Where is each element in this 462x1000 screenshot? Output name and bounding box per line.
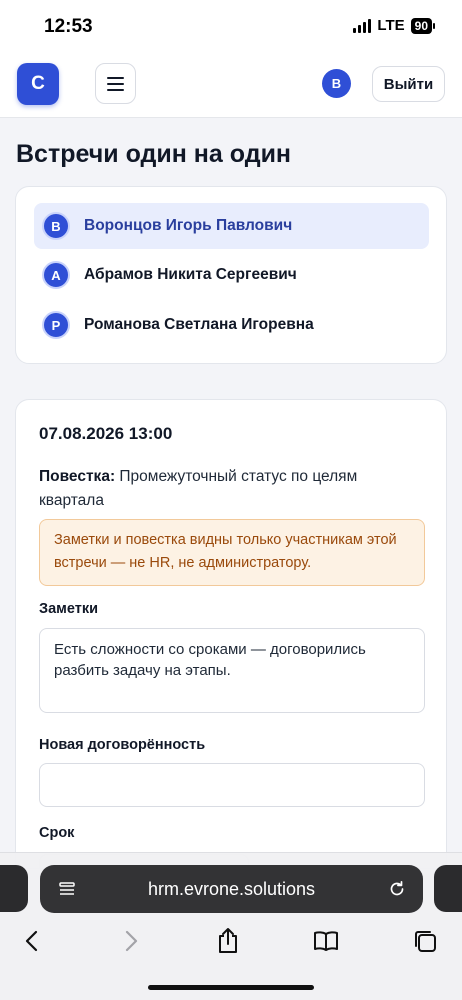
bookmarks-button[interactable]: [312, 927, 340, 955]
browser-nav: [0, 923, 462, 959]
new-agreement-input[interactable]: [39, 763, 425, 807]
tabs-icon: [415, 931, 436, 952]
app-header: C В Выйти: [0, 52, 462, 118]
hamburger-icon: [107, 76, 124, 79]
battery-icon: 90: [410, 17, 436, 34]
share-icon: [219, 928, 237, 953]
participant-item[interactable]: В Воронцов Игорь Павлович: [34, 203, 429, 249]
menu-button[interactable]: [95, 63, 136, 104]
book-icon: [314, 931, 338, 951]
tabs-button[interactable]: [411, 927, 439, 955]
back-button[interactable]: [18, 927, 46, 955]
page-title: Встречи один на один: [16, 140, 292, 168]
status-bar: 12:53 LTE 90: [0, 0, 462, 52]
address-bar[interactable]: hrm.evrone.solutions: [40, 865, 423, 913]
chevron-right-icon: [125, 930, 138, 952]
participant-avatar: В: [42, 212, 70, 240]
page-menu-icon[interactable]: [58, 880, 76, 898]
meeting-card: 07.08.2026 13:00 Повестка: Промежуточный…: [15, 399, 447, 869]
participant-name: Абрамов Никита Сергеевич: [84, 266, 297, 283]
notes-label: Заметки: [39, 601, 99, 617]
participant-name: Воронцов Игорь Павлович: [84, 217, 293, 234]
participant-avatar: Р: [42, 311, 70, 339]
url-text: hrm.evrone.solutions: [147, 878, 316, 899]
meeting-agenda: Повестка: Промежуточный статус по целям …: [39, 465, 409, 513]
next-tab-preview[interactable]: [434, 865, 462, 912]
participant-avatar: А: [42, 261, 70, 289]
prev-tab-preview[interactable]: [0, 865, 28, 912]
reload-icon[interactable]: [387, 879, 407, 899]
browser-toolbar: hrm.evrone.solutions: [0, 852, 462, 1000]
new-agreement-label: Новая договорённость: [39, 737, 206, 753]
share-button[interactable]: [214, 927, 242, 955]
signal-icon: [353, 18, 372, 33]
logout-button[interactable]: Выйти: [372, 66, 445, 102]
status-time: 12:53: [44, 16, 93, 37]
user-avatar[interactable]: В: [322, 69, 351, 98]
app-logo[interactable]: C: [17, 63, 59, 105]
home-indicator: [148, 985, 314, 990]
notes-field[interactable]: Есть сложности со сроками — договорились…: [39, 628, 425, 713]
status-indicators: LTE 90: [353, 17, 436, 34]
participant-name: Романова Светлана Игоревна: [84, 316, 314, 333]
network-type: LTE: [377, 17, 405, 34]
privacy-notice: Заметки и повестка видны только участник…: [39, 519, 425, 586]
meeting-datetime: 07.08.2026 13:00: [39, 424, 173, 443]
participant-item[interactable]: Р Романова Светлана Игоревна: [34, 302, 429, 348]
agenda-label: Повестка:: [39, 468, 116, 485]
chevron-left-icon: [25, 930, 38, 952]
forward-button[interactable]: [117, 927, 145, 955]
due-label: Срок: [39, 825, 75, 841]
participants-card: В Воронцов Игорь Павлович А Абрамов Ники…: [15, 186, 447, 364]
participant-item[interactable]: А Абрамов Никита Сергеевич: [34, 252, 429, 298]
